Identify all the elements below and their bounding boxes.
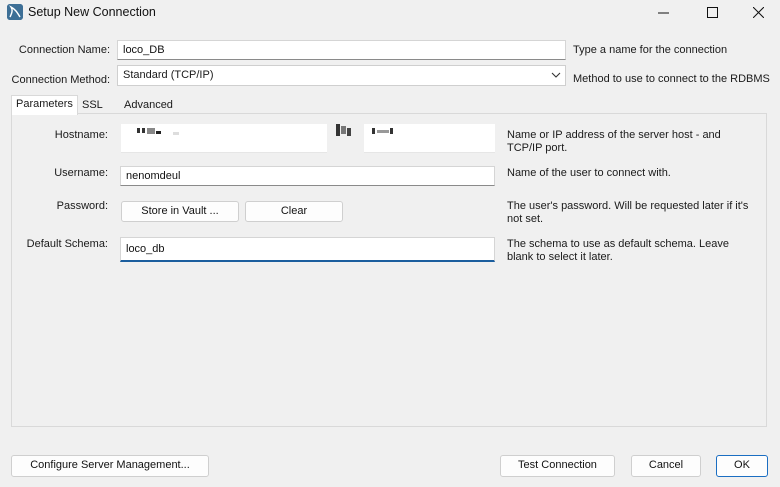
username-label: Username:: [54, 167, 108, 179]
password-help-line1: The user's password. Will be requested l…: [507, 200, 749, 212]
password-label: Password:: [56, 200, 108, 212]
default-schema-input[interactable]: [120, 237, 495, 262]
connection-method-label: Connection Method:: [11, 74, 110, 86]
maximize-icon: [706, 6, 718, 18]
default-schema-help-line1: The schema to use as default schema. Lea…: [507, 238, 729, 250]
hostname-help-line1: Name or IP address of the server host - …: [507, 129, 721, 141]
chevron-down-icon: [551, 66, 561, 92]
hostname-input[interactable]: [121, 124, 327, 153]
maximize-button[interactable]: [689, 0, 735, 24]
window-title: Setup New Connection: [28, 5, 156, 19]
configure-server-management-button[interactable]: Configure Server Management...: [11, 455, 209, 477]
minimize-icon: [657, 12, 669, 13]
default-schema-help-line2: blank to select it later.: [507, 251, 613, 263]
title-bar: Setup New Connection: [0, 0, 780, 26]
cancel-button[interactable]: Cancel: [631, 455, 701, 477]
default-schema-help: The schema to use as default schema. Lea…: [507, 238, 729, 264]
hostname-help: Name or IP address of the server host - …: [507, 129, 721, 155]
store-in-vault-button[interactable]: Store in Vault ...: [121, 201, 239, 222]
default-schema-label: Default Schema:: [26, 238, 108, 250]
minimize-button[interactable]: [640, 0, 686, 24]
connection-name-help: Type a name for the connection: [573, 44, 728, 56]
clear-password-button[interactable]: Clear: [245, 201, 343, 222]
connection-method-value: Standard (TCP/IP): [123, 69, 214, 81]
hostname-label: Hostname:: [54, 129, 108, 141]
test-connection-button[interactable]: Test Connection: [500, 455, 615, 477]
password-help: The user's password. Will be requested l…: [507, 200, 748, 226]
tab-parameters[interactable]: Parameters: [11, 95, 78, 115]
port-input[interactable]: [364, 124, 495, 153]
close-button[interactable]: [735, 0, 780, 24]
mysql-workbench-icon: [7, 4, 23, 20]
connection-name-input[interactable]: [117, 40, 566, 60]
close-icon: [752, 6, 764, 18]
parameters-panel: [11, 113, 767, 427]
connection-method-help: Method to use to connect to the RDBMS: [573, 73, 770, 85]
connection-method-select[interactable]: Standard (TCP/IP): [117, 65, 566, 86]
hostname-separator-blur: [333, 124, 353, 139]
ok-button[interactable]: OK: [716, 455, 768, 477]
username-help: Name of the user to connect with.: [507, 167, 671, 179]
connection-name-label: Connection Name:: [18, 44, 110, 56]
hostname-help-line2: TCP/IP port.: [507, 142, 568, 154]
password-help-line2: not set.: [507, 213, 544, 225]
username-input[interactable]: [120, 166, 495, 186]
